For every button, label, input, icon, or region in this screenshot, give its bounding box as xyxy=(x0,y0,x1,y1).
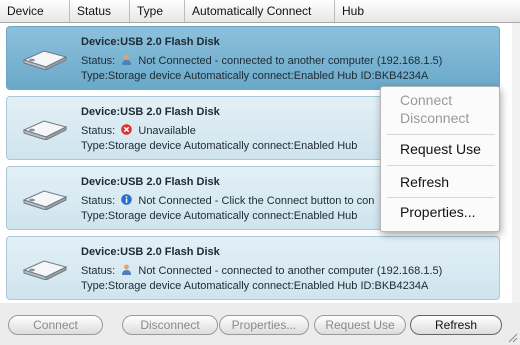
device-title: Device:USB 2.0 Flash Disk xyxy=(81,36,220,48)
status-label: Status: xyxy=(81,125,116,137)
resize-grip-icon[interactable] xyxy=(508,333,518,343)
flash-disk-icon xyxy=(22,120,68,140)
device-card[interactable]: Device:USB 2.0 Flash Disk Status: Not Co… xyxy=(6,236,500,300)
device-status: Status: Not Connected - connected to ano… xyxy=(81,54,442,67)
status-label: Status: xyxy=(81,265,116,277)
device-details: Type:Storage device Automatically connec… xyxy=(81,280,429,292)
context-menu: Connect Disconnect Request Use Refresh P… xyxy=(380,86,500,232)
menu-separator xyxy=(387,165,495,166)
vertical-scrollbar[interactable] xyxy=(512,23,520,303)
menu-item-disconnect: Disconnect xyxy=(400,110,470,126)
menu-separator xyxy=(387,197,495,198)
menu-item-request-use[interactable]: Request Use xyxy=(400,141,481,157)
status-text: Unavailable xyxy=(138,125,196,137)
flash-disk-icon xyxy=(22,260,68,280)
refresh-button[interactable]: Refresh xyxy=(410,315,502,335)
status-text: Not Connected - Click the Connect button… xyxy=(138,195,375,207)
flash-disk-icon xyxy=(22,190,68,210)
device-title: Device:USB 2.0 Flash Disk xyxy=(81,106,220,118)
device-status: Status: Unavailable xyxy=(81,124,196,137)
status-text: Not Connected - connected to another com… xyxy=(138,55,443,67)
device-details: Type:Storage device Automatically connec… xyxy=(81,210,358,222)
device-details: Type:Storage device Automatically connec… xyxy=(81,140,358,152)
device-details: Type:Storage device Automatically connec… xyxy=(81,70,429,82)
flash-disk-icon xyxy=(22,50,68,70)
device-title: Device:USB 2.0 Flash Disk xyxy=(81,246,220,258)
status-label: Status: xyxy=(81,195,116,207)
column-status[interactable]: Status xyxy=(70,0,130,22)
device-card[interactable]: Device:USB 2.0 Flash Disk Status: Not Co… xyxy=(6,26,500,90)
status-label: Status: xyxy=(81,55,116,67)
menu-item-refresh[interactable]: Refresh xyxy=(400,174,449,190)
device-title: Device:USB 2.0 Flash Disk xyxy=(81,176,220,188)
properties-button[interactable]: Properties... xyxy=(219,315,309,335)
column-hub[interactable]: Hub xyxy=(335,0,520,22)
menu-item-properties[interactable]: Properties... xyxy=(400,204,475,220)
request-use-button[interactable]: Request Use xyxy=(314,315,406,335)
menu-separator xyxy=(387,134,495,135)
device-status: Status: Not Connected - connected to ano… xyxy=(81,264,442,277)
disconnect-button[interactable]: Disconnect xyxy=(122,315,218,335)
column-automatically-connect[interactable]: Automatically Connect xyxy=(185,0,335,22)
info-icon xyxy=(121,194,133,205)
menu-item-connect: Connect xyxy=(400,92,453,108)
column-device[interactable]: Device xyxy=(0,0,70,22)
user-icon xyxy=(122,54,132,65)
column-header: Device Status Type Automatically Connect… xyxy=(0,0,520,23)
user-icon xyxy=(122,264,132,275)
column-type[interactable]: Type xyxy=(130,0,185,22)
error-icon xyxy=(121,124,133,135)
device-status: Status: Not Connected - Click the Connec… xyxy=(81,194,374,207)
status-text: Not Connected - connected to another com… xyxy=(138,265,443,277)
connect-button[interactable]: Connect xyxy=(8,315,103,335)
